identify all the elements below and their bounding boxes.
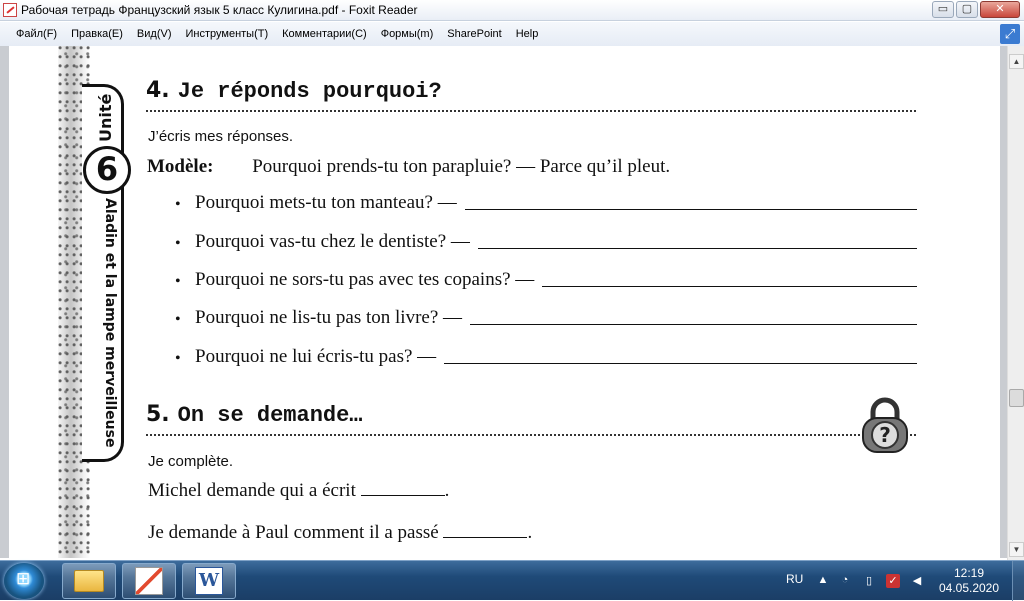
foxit-icon [135, 567, 163, 595]
list-item: • Pourquoi ne sors-tu pas avec tes copai… [175, 265, 917, 291]
dotted-divider [146, 434, 916, 436]
unit-word: Unité [96, 93, 115, 143]
model-text: Pourquoi prends-tu ton parapluie? — Parc… [252, 156, 671, 177]
menu-help[interactable]: Help [509, 28, 546, 40]
exercise-4-title: Je réponds pourquoi? [177, 79, 442, 104]
menu-view[interactable]: Вид(V) [130, 28, 179, 40]
list-item: • Pourquoi vas-tu chez le dentiste? — [175, 227, 917, 253]
sentence-2: Je demande à Paul comment il a passé . [148, 522, 532, 544]
question-text: Pourquoi ne lis-tu pas ton livre? — [195, 307, 463, 328]
padlock-question-icon: ? [862, 397, 908, 453]
taskbar-word[interactable]: W [182, 563, 236, 599]
sentence-1: Michel demande qui a écrit . [148, 480, 449, 502]
list-item: • Pourquoi ne lui écris-tu pas? — [175, 342, 917, 368]
folder-icon [74, 570, 104, 592]
word-icon: W [195, 567, 223, 595]
sentence-2-text: Je demande à Paul comment il a passé [148, 522, 439, 543]
close-button[interactable]: ✕ [980, 1, 1020, 18]
taskbar: W RU ▲ ◔ ▯ ✓ ◀ 12:19 04.05.2020 [0, 560, 1024, 601]
antivirus-icon[interactable]: ✓ [886, 574, 900, 588]
menu-bar: Файл(F) Правка(E) Вид(V) Инструменты(T) … [0, 22, 1024, 46]
fill-blank [360, 495, 445, 496]
unit-number: 6 [83, 146, 131, 194]
minimize-button[interactable]: ▭ [932, 1, 954, 18]
question-text: Pourquoi ne lui écris-tu pas? — [195, 346, 437, 367]
start-button[interactable] [4, 563, 44, 599]
question-text: Pourquoi mets-tu ton manteau? — [195, 192, 457, 213]
bullet-icon: • [175, 350, 181, 367]
maximize-button[interactable]: ▢ [956, 1, 978, 18]
taskbar-foxit[interactable] [122, 563, 176, 599]
menu-forms[interactable]: Формы(m) [374, 28, 441, 40]
answer-blank [470, 324, 917, 325]
menu-edit[interactable]: Правка(E) [64, 28, 130, 40]
exercise-4-instruction: J’écris mes réponses. [148, 128, 294, 145]
list-item: • Pourquoi ne lis-tu pas ton livre? — [175, 303, 917, 329]
model-label: Modèle: [147, 156, 214, 177]
title-bar: Рабочая тетрадь Французский язык 5 класс… [0, 0, 1024, 21]
clock-time: 12:19 [953, 566, 985, 580]
foxit-app-icon[interactable] [3, 3, 17, 17]
window-controls: ▭ ▢ ✕ [932, 1, 1020, 18]
scroll-down-icon[interactable]: ▼ [1009, 542, 1024, 557]
show-desktop-button[interactable] [1012, 561, 1024, 601]
menu-file[interactable]: Файл(F) [9, 28, 64, 40]
bullet-icon: • [175, 235, 181, 252]
unit-title: Aladin et la lampe merveilleuse [102, 198, 118, 448]
question-text: Pourquoi ne sors-tu pas avec tes copains… [195, 269, 535, 290]
fill-blank [443, 537, 528, 538]
exercise-5-number: 5. [146, 402, 170, 427]
sentence-1-text: Michel demande qui a écrit [148, 480, 356, 501]
answer-blank [542, 286, 917, 287]
menu-sharepoint[interactable]: SharePoint [440, 28, 508, 40]
bullet-icon: • [175, 196, 181, 213]
taskbar-explorer[interactable] [62, 563, 116, 599]
right-gutter [1000, 46, 1007, 558]
exercise-4-heading: 4. Je réponds pourquoi? [146, 78, 442, 104]
tray-expand-icon[interactable]: ▲ [816, 574, 830, 588]
bullet-icon: • [175, 273, 181, 290]
list-item: • Pourquoi mets-tu ton manteau? — [175, 188, 917, 214]
clock-date: 04.05.2020 [938, 581, 1000, 595]
sentence-1-end: . [444, 480, 450, 501]
battery-icon[interactable]: ▯ [862, 574, 876, 588]
window-title: Рабочая тетрадь Французский язык 5 класс… [21, 3, 418, 17]
answer-blank [477, 248, 917, 249]
question-text: Pourquoi vas-tu chez le dentiste? — [195, 231, 470, 252]
scroll-thumb[interactable] [1009, 389, 1024, 407]
exercise-5-instruction: Je complète. [148, 453, 234, 470]
language-indicator[interactable]: RU [786, 572, 803, 586]
expand-icon[interactable]: ⤢ [1000, 24, 1020, 44]
model-line: Modèle: Pourquoi prends-tu ton parapluie… [147, 156, 670, 178]
document-view[interactable]: Unité 6 Aladin et la lampe merveilleuse … [0, 46, 1007, 558]
menu-comments[interactable]: Комментарии(C) [275, 28, 374, 40]
exercise-5-title: On se demande… [177, 403, 363, 428]
network-icon[interactable]: ◔ [838, 574, 852, 588]
svg-text:?: ? [879, 423, 891, 447]
vertical-scrollbar[interactable]: ▲ ▼ [1007, 46, 1024, 560]
clock[interactable]: 12:19 04.05.2020 [934, 566, 1004, 596]
answer-blank [464, 209, 917, 210]
bullet-icon: • [175, 311, 181, 328]
left-gutter [0, 46, 9, 558]
dotted-divider [146, 110, 916, 112]
answer-blank [444, 363, 917, 364]
volume-icon[interactable]: ◀ [910, 574, 924, 588]
exercise-4-number: 4. [146, 78, 170, 103]
scroll-up-icon[interactable]: ▲ [1009, 54, 1024, 69]
sentence-2-end: . [527, 522, 533, 543]
exercise-5-heading: 5. On se demande… [146, 402, 363, 428]
menu-tools[interactable]: Инструменты(T) [179, 28, 276, 40]
